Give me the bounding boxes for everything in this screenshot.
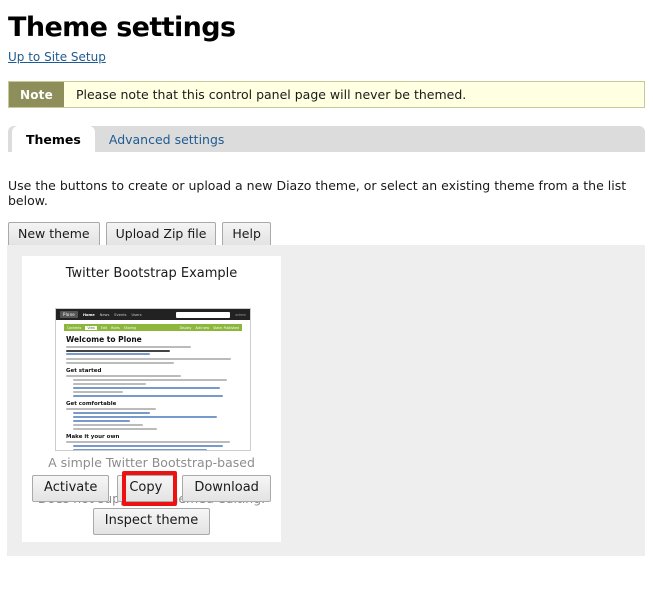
preview-text-line [73,411,150,414]
preview-menu-state: State: Published [213,325,239,330]
preview-text-line [66,375,181,377]
note-text: Please note that this control panel page… [75,87,467,103]
activate-button[interactable]: Activate [32,475,110,503]
theme-action-button-group-secondary: Inspect theme [22,508,281,536]
preview-menu-add-new: Add new [195,325,210,330]
download-button[interactable]: Download [182,475,271,503]
preview-text-line [66,441,230,443]
theme-preview-thumbnail[interactable]: Plone Home News Events Users admin Conte… [55,308,251,451]
copy-button[interactable]: Copy [117,475,175,503]
preview-content-tabs: Contents View Edit Rules Sharing Display… [64,324,242,331]
preview-text-line [66,353,150,355]
theme-title: Twitter Bootstrap Example [65,266,238,281]
note-label: Note [9,82,64,108]
preview-text-line [66,349,171,352]
preview-text-line [66,358,232,360]
preview-content-tab-view: View [85,325,97,330]
preview-text-line [73,390,124,393]
themes-listing-panel: Twitter Bootstrap Example Plone Home New… [7,245,645,556]
top-action-button-group: New theme Upload Zip file Help [8,222,645,247]
preview-text-line [73,444,224,447]
preview-nav-users: Users [131,312,142,317]
intro-text: Use the buttons to create or upload a ne… [8,178,627,209]
preview-search-box [176,311,231,318]
preview-bullet-list [66,411,240,430]
preview-text-line [73,427,157,430]
theme-action-button-group-primary: Activate Copy Download [22,475,281,503]
help-button[interactable]: Help [222,222,271,247]
upload-zip-file-button[interactable]: Upload Zip file [105,222,217,247]
preview-text-line [73,382,147,385]
preview-nav-home: Home [82,312,95,317]
preview-content-tab-contents: Contents [67,325,82,330]
preview-text-line [66,345,192,348]
preview-user-menu: admin [235,312,246,317]
preview-text-line [73,394,224,397]
preview-text-line [73,423,144,426]
preview-text-line [73,386,220,389]
preview-content-tab-edit: Edit [100,325,108,330]
preview-section-heading: Get started [66,367,102,374]
preview-nav-news: News [99,312,110,317]
note-message: Note Please note that this control panel… [8,81,645,109]
preview-text-line [73,415,217,418]
preview-page-heading: Welcome to Plone [66,335,142,344]
preview-content-tab-rules: Rules [111,325,120,330]
preview-site-topbar: Plone Home News Events Users admin [56,309,250,320]
preview-body: Welcome to Plone Get started Get comfort… [56,331,250,450]
preview-section-heading: Make it your own [66,433,120,440]
preview-bullet-list [66,444,240,450]
preview-text-line [66,361,174,364]
new-theme-button[interactable]: New theme [8,222,100,247]
tab-bar: Themes Advanced settings [8,126,645,153]
preview-text-line [66,408,157,410]
preview-section-heading: Get comfortable [66,400,117,407]
preview-menu-display: Display [179,325,192,330]
tab-advanced-settings[interactable]: Advanced settings [95,126,239,152]
breadcrumb-up-to-site-setup-link[interactable]: Up to Site Setup [8,50,106,64]
preview-nav-events: Events [114,312,127,317]
preview-text-line [73,448,207,450]
preview-site-logo: Plone [60,311,78,318]
page-title: Theme settings [8,12,236,43]
preview-content-tab-sharing: Sharing [123,325,136,330]
theme-card-twitter-bootstrap-example: Twitter Bootstrap Example Plone Home New… [22,256,281,542]
inspect-theme-button[interactable]: Inspect theme [92,508,211,536]
tab-themes[interactable]: Themes [12,126,95,153]
preview-text-line [73,378,227,381]
preview-bullet-list [66,378,240,397]
preview-text-line [73,419,130,422]
